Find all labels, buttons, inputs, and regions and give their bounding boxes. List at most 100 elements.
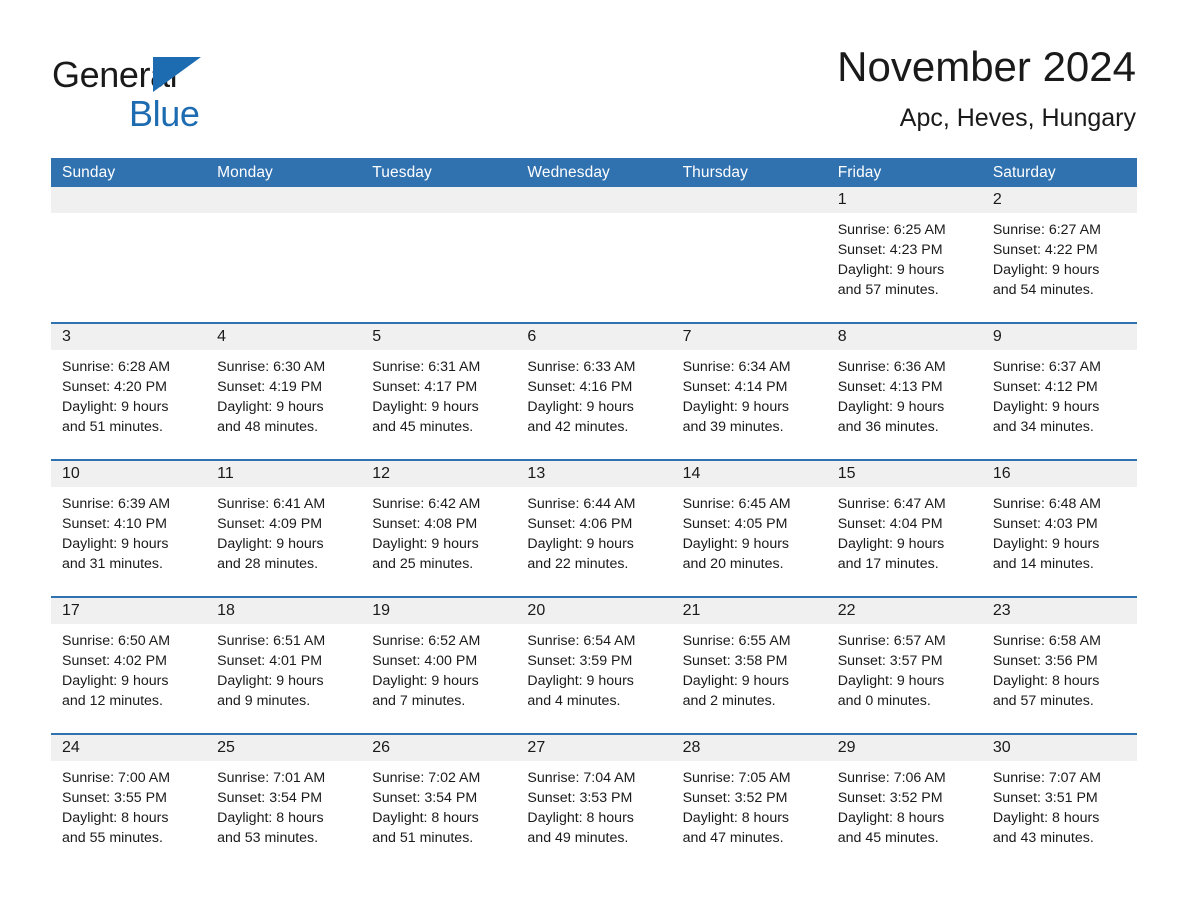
- calendar-day-cell[interactable]: 14 Sunrise: 6:45 AM Sunset: 4:05 PM Dayligh…: [671, 461, 827, 579]
- day-number: [671, 187, 827, 213]
- calendar-day-cell[interactable]: 28 Sunrise: 7:05 AM Sunset: 3:52 PM Dayligh…: [671, 735, 827, 853]
- day-number: 11: [206, 461, 362, 487]
- sunset-text: Sunset: 4:08 PM: [372, 516, 478, 532]
- logo-triangle-icon: [153, 57, 201, 92]
- day-number: [361, 187, 517, 213]
- day-number: 22: [826, 598, 982, 624]
- sunset-text: Sunset: 3:53 PM: [527, 790, 633, 806]
- week-spacer: [51, 579, 1137, 596]
- calendar-day-cell[interactable]: 15 Sunrise: 6:47 AM Sunset: 4:04 PM Dayligh…: [826, 461, 982, 579]
- calendar-day-cell[interactable]: 27 Sunrise: 7:04 AM Sunset: 3:53 PM Dayligh…: [516, 735, 672, 853]
- day-number: 14: [671, 461, 827, 487]
- day-number: 25: [206, 735, 362, 761]
- day-number: 4: [206, 324, 362, 350]
- daylight-text: Daylight: 9 hours and 45 minutes.: [372, 399, 479, 435]
- calendar-day-cell[interactable]: 20 Sunrise: 6:54 AM Sunset: 3:59 PM Dayligh…: [516, 598, 672, 716]
- day-details: Sunrise: 7:04 AM Sunset: 3:53 PM Daylight:…: [516, 761, 671, 848]
- calendar-day-cell[interactable]: 19 Sunrise: 6:52 AM Sunset: 4:00 PM Dayligh…: [361, 598, 517, 716]
- calendar-day-cell[interactable]: 16 Sunrise: 6:48 AM Sunset: 4:03 PM Dayligh…: [981, 461, 1137, 579]
- calendar-day-cell[interactable]: 3 Sunrise: 6:28 AM Sunset: 4:20 PM Daylight…: [51, 324, 207, 442]
- sunrise-text: Sunrise: 7:00 AM: [62, 770, 171, 786]
- daylight-text: Daylight: 9 hours and 9 minutes.: [217, 673, 324, 709]
- calendar-day-cell-empty: [516, 187, 672, 305]
- day-number: [51, 187, 207, 213]
- sunset-text: Sunset: 4:16 PM: [527, 379, 633, 395]
- page-header: General Blue November 2024 Apc, Heves, H…: [0, 40, 1188, 148]
- sunset-text: Sunset: 4:03 PM: [992, 516, 1098, 532]
- calendar-day-cell[interactable]: 1 Sunrise: 6:25 AM Sunset: 4:23 PM Daylight…: [826, 187, 982, 305]
- day-number: 29: [826, 735, 982, 761]
- day-details: Sunrise: 6:48 AM Sunset: 4:03 PM Daylight:…: [982, 487, 1137, 574]
- weekday-wednesday: Wednesday: [527, 164, 610, 181]
- general-blue-logo: General Blue: [52, 56, 232, 148]
- calendar-day-cell[interactable]: 9 Sunrise: 6:37 AM Sunset: 4:12 PM Daylight…: [981, 324, 1137, 442]
- sunrise-text: Sunrise: 6:27 AM: [992, 222, 1101, 238]
- calendar-day-cell[interactable]: 26 Sunrise: 7:02 AM Sunset: 3:54 PM Dayligh…: [361, 735, 517, 853]
- calendar-week-row: 24 Sunrise: 7:00 AM Sunset: 3:55 PM Dayligh…: [51, 733, 1137, 853]
- day-number: 1: [826, 187, 982, 213]
- calendar-day-cell[interactable]: 25 Sunrise: 7:01 AM Sunset: 3:54 PM Dayligh…: [206, 735, 362, 853]
- day-number: 5: [361, 324, 517, 350]
- calendar-day-cell[interactable]: 5 Sunrise: 6:31 AM Sunset: 4:17 PM Daylight…: [361, 324, 517, 442]
- day-number: 6: [516, 324, 672, 350]
- sunset-text: Sunset: 4:00 PM: [372, 653, 478, 669]
- daylight-text: Daylight: 9 hours and 2 minutes.: [682, 673, 790, 709]
- weekday-monday: Monday: [217, 164, 273, 181]
- calendar-day-cell[interactable]: 21 Sunrise: 6:55 AM Sunset: 3:58 PM Dayligh…: [671, 598, 827, 716]
- calendar-day-cell[interactable]: 13 Sunrise: 6:44 AM Sunset: 4:06 PM Dayligh…: [516, 461, 672, 579]
- day-details: Sunrise: 7:06 AM Sunset: 3:52 PM Daylight:…: [827, 761, 982, 848]
- logo-word-general: General: [52, 54, 178, 95]
- calendar-day-cell[interactable]: 10 Sunrise: 6:39 AM Sunset: 4:10 PM Dayligh…: [51, 461, 207, 579]
- calendar-day-cell-empty: [361, 187, 517, 305]
- day-details: Sunrise: 6:47 AM Sunset: 4:04 PM Daylight:…: [827, 487, 982, 574]
- sunrise-text: Sunrise: 6:39 AM: [62, 496, 171, 512]
- day-details: Sunrise: 6:44 AM Sunset: 4:06 PM Daylight:…: [516, 487, 671, 574]
- sunrise-text: Sunrise: 6:54 AM: [527, 633, 636, 649]
- daylight-text: Daylight: 9 hours and 57 minutes.: [837, 262, 945, 298]
- daylight-text: Daylight: 9 hours and 28 minutes.: [217, 536, 324, 572]
- daylight-text: Daylight: 8 hours and 47 minutes.: [682, 810, 790, 846]
- calendar-day-cell[interactable]: 2 Sunrise: 6:27 AM Sunset: 4:22 PM Daylight…: [981, 187, 1137, 305]
- day-details: Sunrise: 6:27 AM Sunset: 4:22 PM Daylight:…: [982, 213, 1137, 300]
- sunrise-text: Sunrise: 6:44 AM: [527, 496, 636, 512]
- day-number: 15: [826, 461, 982, 487]
- sunset-text: Sunset: 3:52 PM: [837, 790, 943, 806]
- week-spacer: [51, 305, 1137, 322]
- sunrise-text: Sunrise: 6:41 AM: [217, 496, 326, 512]
- calendar-day-cell[interactable]: 7 Sunrise: 6:34 AM Sunset: 4:14 PM Daylight…: [671, 324, 827, 442]
- daylight-text: Daylight: 8 hours and 53 minutes.: [217, 810, 324, 846]
- calendar-day-cell[interactable]: 18 Sunrise: 6:51 AM Sunset: 4:01 PM Dayligh…: [206, 598, 362, 716]
- day-number: 30: [981, 735, 1137, 761]
- calendar-day-cell[interactable]: 17 Sunrise: 6:50 AM Sunset: 4:02 PM Dayligh…: [51, 598, 207, 716]
- calendar-day-cell[interactable]: 24 Sunrise: 7:00 AM Sunset: 3:55 PM Dayligh…: [51, 735, 207, 853]
- calendar-day-cell[interactable]: 22 Sunrise: 6:57 AM Sunset: 3:57 PM Dayligh…: [826, 598, 982, 716]
- sunset-text: Sunset: 4:05 PM: [682, 516, 788, 532]
- day-details: Sunrise: 6:45 AM Sunset: 4:05 PM Daylight:…: [672, 487, 827, 574]
- calendar-day-cell[interactable]: 12 Sunrise: 6:42 AM Sunset: 4:08 PM Dayligh…: [361, 461, 517, 579]
- day-details: Sunrise: 6:57 AM Sunset: 3:57 PM Daylight:…: [827, 624, 982, 711]
- day-details: Sunrise: 6:54 AM Sunset: 3:59 PM Daylight:…: [516, 624, 671, 711]
- calendar-day-cell[interactable]: 8 Sunrise: 6:36 AM Sunset: 4:13 PM Daylight…: [826, 324, 982, 442]
- daylight-text: Daylight: 9 hours and 48 minutes.: [217, 399, 324, 435]
- daylight-text: Daylight: 8 hours and 57 minutes.: [992, 673, 1100, 709]
- calendar-day-cell[interactable]: 29 Sunrise: 7:06 AM Sunset: 3:52 PM Dayligh…: [826, 735, 982, 853]
- sunset-text: Sunset: 3:59 PM: [527, 653, 633, 669]
- day-details: Sunrise: 6:41 AM Sunset: 4:09 PM Daylight:…: [206, 487, 361, 574]
- sunset-text: Sunset: 4:06 PM: [527, 516, 633, 532]
- daylight-text: Daylight: 8 hours and 49 minutes.: [527, 810, 634, 846]
- calendar-day-cell[interactable]: 23 Sunrise: 6:58 AM Sunset: 3:56 PM Dayligh…: [981, 598, 1137, 716]
- daylight-text: Daylight: 9 hours and 39 minutes.: [682, 399, 790, 435]
- sunrise-text: Sunrise: 6:31 AM: [372, 359, 481, 375]
- calendar-day-cell[interactable]: 4 Sunrise: 6:30 AM Sunset: 4:19 PM Daylight…: [206, 324, 362, 442]
- calendar-day-cell[interactable]: 11 Sunrise: 6:41 AM Sunset: 4:09 PM Dayligh…: [206, 461, 362, 579]
- calendar-day-cell[interactable]: 6 Sunrise: 6:33 AM Sunset: 4:16 PM Daylight…: [516, 324, 672, 442]
- sunset-text: Sunset: 4:09 PM: [217, 516, 323, 532]
- weekday-saturday: Saturday: [992, 164, 1056, 181]
- day-details: Sunrise: 6:28 AM Sunset: 4:20 PM Daylight:…: [51, 350, 206, 437]
- day-number: 2: [981, 187, 1137, 213]
- sunset-text: Sunset: 4:14 PM: [682, 379, 788, 395]
- calendar-day-cell-empty: [51, 187, 207, 305]
- calendar-day-cell[interactable]: 30 Sunrise: 7:07 AM Sunset: 3:51 PM Dayligh…: [981, 735, 1137, 853]
- sunset-text: Sunset: 4:13 PM: [837, 379, 943, 395]
- day-number: 13: [516, 461, 672, 487]
